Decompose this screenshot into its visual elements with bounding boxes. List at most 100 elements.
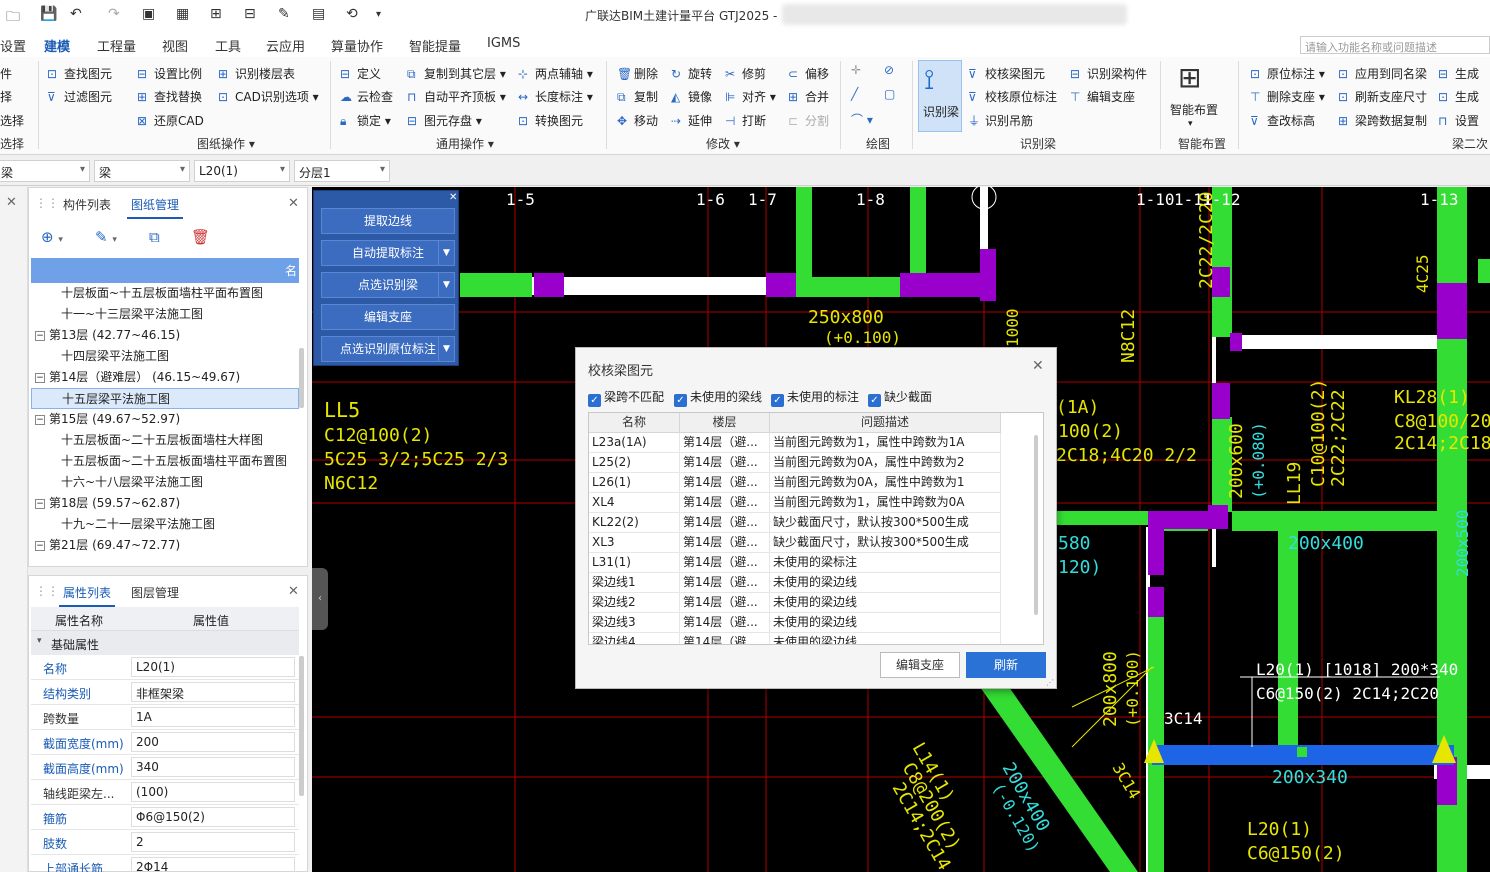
tree-item[interactable]: 十一~十三层梁平法施工图 bbox=[31, 304, 299, 325]
recognize-beam-component-button[interactable]: ⊟ 识别梁构件 bbox=[1070, 65, 1147, 82]
check-beam-element-button[interactable]: ⊽ 校核梁图元 bbox=[968, 65, 1045, 82]
table-row[interactable]: L25(2) 第14层（避... 当前图元跨数为0A，属性中跨数为2 bbox=[589, 453, 1001, 473]
tree-item[interactable]: − 第13层 (42.77~46.15) bbox=[31, 325, 299, 346]
beam-grip[interactable] bbox=[1297, 747, 1307, 757]
table-scrollbar[interactable] bbox=[1034, 435, 1038, 615]
table-row[interactable]: KL22(2) 第14层（避... 缺少截面尺寸，默认按300*500生成 bbox=[589, 513, 1001, 533]
property-value-field[interactable]: 340 bbox=[131, 757, 295, 777]
draw-rotate-point-icon[interactable]: ⊘ bbox=[884, 63, 894, 77]
edit-drawing-icon[interactable]: ✎ ▾ bbox=[95, 228, 117, 246]
props-scrollbar[interactable] bbox=[299, 656, 304, 796]
tab-component-list[interactable]: 构件列表 bbox=[63, 196, 111, 213]
auto-extract-label-button[interactable]: 自动提取标注 ▼ bbox=[321, 240, 455, 266]
move-button[interactable]: ✥ 移动 bbox=[617, 112, 658, 129]
offset-button[interactable]: ⊂ 偏移 bbox=[788, 65, 829, 82]
table-row[interactable]: XL4 第14层（避... 当前图元跨数为1，属性中跨数为0A bbox=[589, 493, 1001, 513]
convert-element-button[interactable]: ⊡ 转换图元 bbox=[518, 112, 583, 129]
close-dialog-icon[interactable]: ✕ bbox=[1032, 358, 1044, 374]
tab-smart-qty[interactable]: 智能提量 bbox=[409, 36, 461, 55]
define-button[interactable]: ⊟ 定义 bbox=[340, 65, 381, 82]
tree-scrollbar[interactable] bbox=[299, 348, 304, 408]
check-elevation-button[interactable]: ⊽ 查改标高 bbox=[1250, 112, 1315, 129]
table-row[interactable]: 梁边线1 第14层（避... 未使用的梁边线 bbox=[589, 573, 1001, 593]
check-missing-section[interactable]: ✓ 缺少截面 bbox=[868, 388, 932, 407]
tree-item[interactable]: − 第15层 (49.67~52.97) bbox=[31, 409, 299, 430]
close-panel-icon[interactable]: ✕ bbox=[288, 196, 299, 211]
tab-property-list[interactable]: 属性列表 bbox=[58, 584, 116, 607]
tab-settings[interactable]: 设置 bbox=[0, 36, 26, 55]
check-in-situ-dimension-button[interactable]: ⊽ 校核原位标注 bbox=[968, 88, 1057, 105]
drag-handle-icon[interactable]: ⋮⋮ bbox=[35, 196, 59, 210]
element-save-button[interactable]: ⊟ 图元存盘 ▾ bbox=[407, 112, 482, 129]
align-button[interactable]: ⊫ 对齐 ▾ bbox=[725, 88, 776, 105]
col-floor[interactable]: 楼层 bbox=[680, 413, 770, 433]
split-drawing-icon[interactable]: ⧉ bbox=[149, 228, 160, 246]
undo-icon[interactable]: ↶ bbox=[70, 6, 82, 22]
tree-item[interactable]: 十四层梁平法施工图 bbox=[31, 346, 299, 367]
open-file-icon[interactable]: 🗀 bbox=[6, 6, 20, 30]
find-element-button[interactable]: ⊡ 查找图元 bbox=[47, 65, 112, 82]
add-drawing-icon[interactable]: ⊕ ▾ bbox=[41, 228, 63, 246]
split-button[interactable]: ⊏ 分割 bbox=[788, 112, 829, 129]
tool-icon-2[interactable]: ▦ bbox=[176, 6, 189, 22]
refresh-button[interactable]: 刷新 bbox=[966, 652, 1046, 678]
table-row[interactable]: 梁边线2 第14层（避... 未使用的梁边线 bbox=[589, 593, 1001, 613]
tab-igms[interactable]: IGMS bbox=[487, 36, 520, 51]
find-replace-button[interactable]: ⊞ 查找替换 bbox=[137, 88, 202, 105]
drag-handle-icon[interactable]: ⋮⋮ bbox=[35, 584, 59, 598]
smart-layout-dropdown-icon[interactable]: ▾ bbox=[1188, 119, 1193, 129]
redo-icon[interactable]: ↷ bbox=[108, 6, 120, 22]
edit-support-dialog-button[interactable]: 编辑支座 bbox=[880, 652, 960, 678]
recognize-floor-table-button[interactable]: ⊞ 识别楼层表 bbox=[218, 65, 295, 82]
component-name-select[interactable]: L20(1) bbox=[194, 160, 290, 182]
tree-item[interactable]: 十层板面~十五层板面墙柱平面布置图 bbox=[31, 283, 299, 304]
tree-item[interactable]: 十五层梁平法施工图 bbox=[31, 388, 299, 409]
tool-icon-3[interactable]: ⊞ bbox=[210, 6, 222, 22]
tool-icon-7[interactable]: ⟲ bbox=[346, 6, 358, 22]
copy-button[interactable]: ⧉ 复制 bbox=[617, 88, 658, 105]
tab-tools[interactable]: 工具 bbox=[215, 36, 241, 55]
recognize-beam-button[interactable]: ⟟ 识别梁 bbox=[918, 60, 962, 132]
cloud-check-button[interactable]: ☁ 云检查 bbox=[340, 88, 393, 105]
close-toolbar-icon[interactable]: ✕ bbox=[449, 192, 457, 203]
property-value-field[interactable]: 2Φ14 bbox=[131, 857, 295, 872]
property-value-field[interactable]: L20(1) bbox=[131, 657, 295, 677]
dropdown-icon[interactable]: ▼ bbox=[438, 273, 454, 297]
category-select[interactable]: 梁 bbox=[0, 160, 90, 182]
tree-item[interactable]: − 第14层（避难层） (46.15~49.67) bbox=[31, 367, 299, 388]
property-value-field[interactable]: 非框架梁 bbox=[131, 682, 295, 702]
property-value-field[interactable]: 1A bbox=[131, 707, 295, 727]
col-name[interactable]: 名称 bbox=[589, 413, 680, 433]
collapse-toggle-icon[interactable]: − bbox=[35, 414, 45, 425]
pick-recognize-beam-button[interactable]: 点选识别梁 ▼ bbox=[321, 272, 455, 298]
break-button[interactable]: ⊣ 打断 bbox=[725, 112, 766, 129]
tree-item[interactable]: − 第21层 (69.47~72.77) bbox=[31, 535, 299, 556]
table-row[interactable]: 梁边线3 第14层（避... 未使用的梁边线 bbox=[589, 613, 1001, 633]
component-type-select[interactable]: 梁 bbox=[94, 160, 190, 182]
delete-button[interactable]: 🗑︎ 删除 bbox=[617, 65, 658, 82]
property-group-basic[interactable]: ▾ 基础属性 bbox=[31, 631, 299, 655]
tab-layer-management[interactable]: 图层管理 bbox=[131, 584, 179, 601]
tree-item[interactable]: − 第18层 (59.57~62.87) bbox=[31, 493, 299, 514]
tool-icon-6[interactable]: ▤ bbox=[312, 6, 325, 22]
tab-cloud[interactable]: 云应用 bbox=[266, 36, 305, 55]
edit-support-float-button[interactable]: 编辑支座 bbox=[321, 304, 455, 330]
table-row[interactable]: L31(1) 第14层（避... 未使用的梁标注 bbox=[589, 553, 1001, 573]
span-data-copy-button[interactable]: ⊞ 梁跨数据复制 bbox=[1338, 112, 1427, 129]
tree-item[interactable]: 十九~二十一层梁平法施工图 bbox=[31, 514, 299, 535]
check-unused-beam-line[interactable]: ✓ 未使用的梁线 bbox=[674, 388, 762, 407]
table-row[interactable]: L26(1) 第14层（避... 当前图元跨数为0A，属性中跨数为1 bbox=[589, 473, 1001, 493]
check-unused-label[interactable]: ✓ 未使用的标注 bbox=[771, 388, 859, 407]
ribbon-cut-item-2[interactable]: 择 bbox=[0, 88, 12, 105]
mirror-button[interactable]: ◭ 镜像 bbox=[671, 88, 712, 105]
recognize-hanger-button[interactable]: ⏚ 识别吊筋 bbox=[968, 112, 1033, 129]
generate-button-1[interactable]: ⊟ 生成 bbox=[1438, 65, 1479, 82]
generate-button-2[interactable]: ⊡ 生成 bbox=[1438, 88, 1479, 105]
customize-quick-access-icon[interactable]: ▾ bbox=[376, 9, 381, 20]
resize-grip-icon[interactable]: ⋰ bbox=[1046, 678, 1054, 687]
extend-button[interactable]: ⇢ 延伸 bbox=[671, 112, 712, 129]
pick-recognize-in-situ-button[interactable]: 点选识别原位标注 ▼ bbox=[321, 336, 455, 362]
cad-options-button[interactable]: ⊡ CAD识别选项 ▾ bbox=[218, 88, 319, 105]
ribbon-cut-item-1[interactable]: 件 bbox=[0, 65, 12, 82]
auto-align-top-button[interactable]: ⊓ 自动平齐顶板 ▾ bbox=[407, 88, 506, 105]
